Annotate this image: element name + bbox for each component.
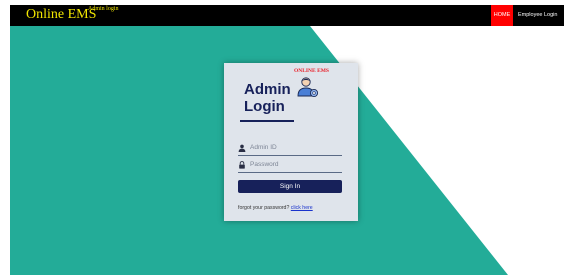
admin-id-input[interactable] <box>250 141 340 154</box>
login-card: ONLINE EMS Admin Login Sign In forgot yo… <box>224 63 358 221</box>
nav-employee-login[interactable]: Employee Login <box>518 5 562 26</box>
admin-id-field <box>238 141 342 156</box>
forgot-password: forgot your password? click here <box>238 205 313 212</box>
brand-title[interactable]: Online EMS <box>26 6 96 24</box>
forgot-password-text: forgot your password? <box>238 205 290 211</box>
lock-icon <box>239 161 245 169</box>
top-navbar: Online EMS Admin login HOME Employee Log… <box>10 5 564 26</box>
card-brand-tag: ONLINE EMS <box>294 68 329 74</box>
card-title-line1: Admin <box>244 81 291 98</box>
password-field <box>238 158 342 173</box>
card-title: Admin Login <box>244 81 304 115</box>
click-here-link[interactable]: click here <box>291 205 313 211</box>
password-input[interactable] <box>250 158 340 171</box>
title-underline <box>240 120 294 122</box>
page-subtitle: Admin login <box>88 6 119 12</box>
nav-home-button[interactable]: HOME <box>491 5 513 26</box>
sign-in-button[interactable]: Sign In <box>238 180 342 193</box>
user-icon <box>238 144 246 152</box>
card-title-line2: Login <box>244 98 285 115</box>
